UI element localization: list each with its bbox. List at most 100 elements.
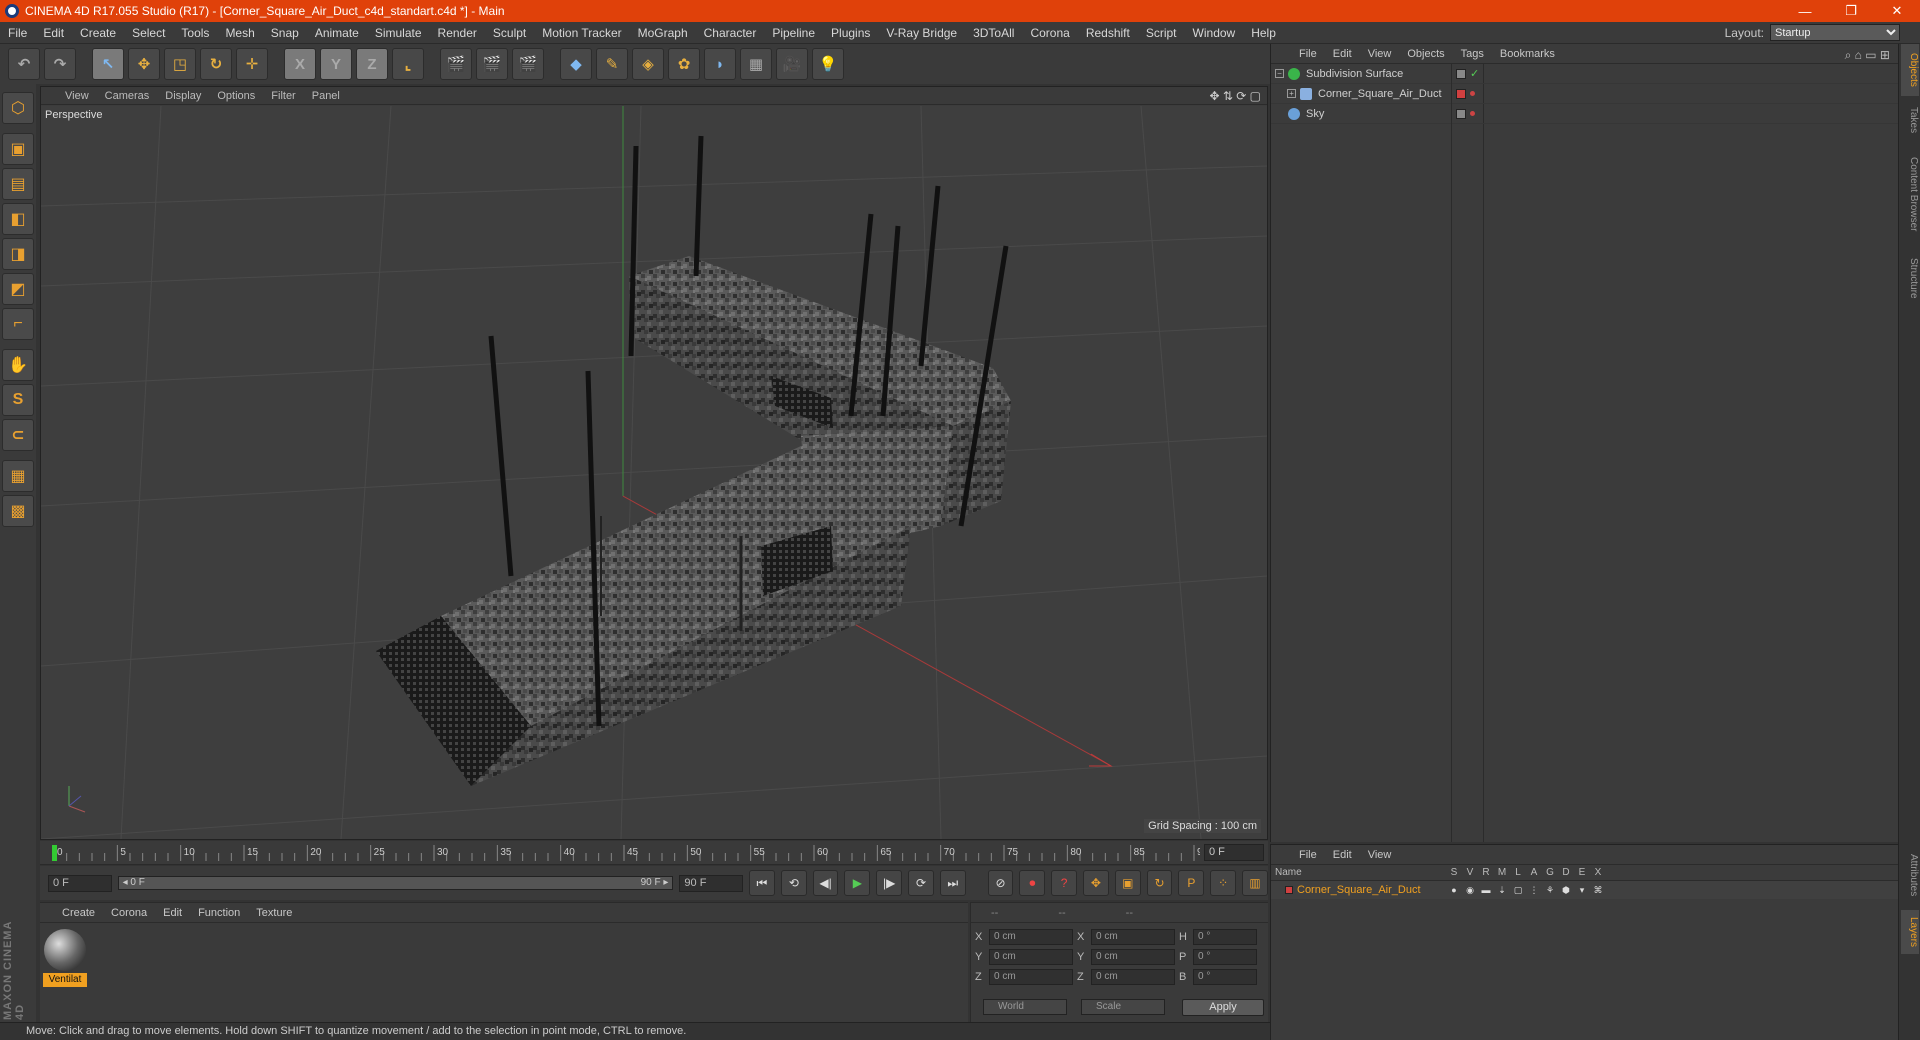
material-menu-create[interactable]: Create [54,907,103,919]
manager-toggle-icon[interactable]: ⇣ [1497,885,1507,896]
autokey-button[interactable]: ? [1051,870,1078,896]
position-x-field[interactable]: 0 cm [989,929,1073,945]
menu-select[interactable]: Select [124,22,173,44]
viewport-canvas[interactable]: Perspective Grid Spacing : 100 cm [41,106,1267,839]
close-button[interactable]: ✕ [1874,0,1920,22]
tweak-mode-button[interactable]: S [2,384,34,416]
next-key-button[interactable]: ⟳ [908,870,934,896]
om-menu-view[interactable]: View [1360,48,1400,60]
move-tool-button[interactable]: ✥ [128,48,160,80]
layer-row[interactable]: Corner_Square_Air_Duct ● ◉ ▬ ⇣ ▢ ⋮ ⚘ ⬢ ▾… [1271,881,1898,899]
expressions-toggle-icon[interactable]: ▾ [1577,885,1587,896]
key-pla-button[interactable]: ⁘ [1210,870,1237,896]
xref-toggle-icon[interactable]: ⌘ [1593,885,1603,896]
viewport-menu-display[interactable]: Display [157,90,209,102]
coordinate-system-button[interactable]: ⌞ [392,48,424,80]
lm-menu-file[interactable]: File [1291,849,1325,861]
camera-button[interactable]: 🎥 [776,48,808,80]
rotation-b-field[interactable]: 0 ° [1193,969,1257,985]
lm-menu-view[interactable]: View [1360,849,1400,861]
visibility-dot-icon[interactable] [1470,91,1475,96]
size-mode-dropdown[interactable]: Scale [1081,999,1165,1015]
om-menu-objects[interactable]: Objects [1399,48,1452,60]
play-button[interactable]: ▶ [844,870,871,896]
menu-character[interactable]: Character [696,22,765,44]
record-keys-button[interactable]: ⏺ [1019,870,1046,896]
render-settings-button[interactable]: 🎬 [512,48,544,80]
rotation-h-field[interactable]: 0 ° [1193,929,1257,945]
live-selection-button[interactable]: ✛ [236,48,268,80]
menu-corona[interactable]: Corona [1022,22,1077,44]
make-editable-button[interactable]: ⬡ [2,92,34,124]
menu-help[interactable]: Help [1243,22,1284,44]
floor-button[interactable]: ▦ [740,48,772,80]
menu-create[interactable]: Create [72,22,124,44]
snap-button[interactable]: ⊂ [2,419,34,451]
minimize-button[interactable]: — [1782,0,1828,22]
deformers-toggle-icon[interactable]: ⬢ [1561,885,1571,896]
light-button[interactable]: 💡 [812,48,844,80]
edges-mode-button[interactable]: ◩ [2,273,34,305]
viewport-menu-filter[interactable]: Filter [263,90,303,102]
key-scale-button[interactable]: ▣ [1114,870,1141,896]
object-row-corner-square-air-duct[interactable]: + Corner_Square_Air_Duct [1271,83,1899,104]
enabled-check-icon[interactable]: ✓ [1470,67,1479,80]
start-frame-field[interactable]: 0 F [48,874,112,892]
key-parameter-button[interactable]: P [1178,870,1205,896]
deformer-button[interactable]: ◗ [704,48,736,80]
menu-vray-bridge[interactable]: V-Ray Bridge [878,22,965,44]
pen-spline-button[interactable]: ✎ [596,48,628,80]
om-menu-bookmarks[interactable]: Bookmarks [1492,48,1563,60]
rotation-p-field[interactable]: 0 ° [1193,949,1257,965]
texture-mode-button[interactable]: ▤ [2,168,34,200]
key-rotation-button[interactable]: ↻ [1146,870,1173,896]
material-menu-function[interactable]: Function [190,907,248,919]
render-view-button[interactable]: 🎬 [440,48,472,80]
generators-toggle-icon[interactable]: ⚘ [1545,885,1555,896]
workplane-lock-button[interactable]: ▩ [2,495,34,527]
material-label[interactable]: Ventilat [43,973,87,987]
menu-tools[interactable]: Tools [173,22,217,44]
axis-mode-button[interactable]: ✋ [2,349,34,381]
object-row-subdivision-surface[interactable]: − Subdivision Surface ✓ [1271,63,1899,84]
size-z-field[interactable]: 0 cm [1091,969,1175,985]
prev-frame-button[interactable]: ◀| [812,870,839,896]
viewport-menu-panel[interactable]: Panel [304,90,348,102]
restore-button[interactable]: ❐ [1828,0,1874,22]
go-to-start-button[interactable]: ⏮ [749,870,775,896]
collapse-icon[interactable]: − [1275,69,1284,78]
rotate-tool-button[interactable]: ↻ [200,48,232,80]
menu-simulate[interactable]: Simulate [367,22,430,44]
apply-button[interactable]: Apply [1182,999,1264,1016]
tab-structure[interactable]: Structure [1901,248,1919,308]
coordinate-space-dropdown[interactable]: World [983,999,1067,1015]
menu-sculpt[interactable]: Sculpt [485,22,534,44]
om-search-home-icons[interactable]: ⌕ ⌂ ▭ ⊞ [1845,48,1890,63]
key-position-button[interactable]: ✥ [1083,870,1109,896]
menu-animate[interactable]: Animate [307,22,367,44]
expand-icon[interactable]: + [1287,89,1296,98]
points-mode-button[interactable]: ◨ [2,238,34,270]
end-frame-field[interactable]: 90 F [679,874,743,892]
menu-render[interactable]: Render [430,22,485,44]
menu-snap[interactable]: Snap [263,22,307,44]
magnet-button[interactable]: ▦ [2,460,34,492]
viewport-menu-view[interactable]: View [57,90,97,102]
menu-edit[interactable]: Edit [35,22,72,44]
animation-toggle-icon[interactable]: ⋮ [1529,885,1539,896]
polygons-mode-button[interactable]: ⌐ [2,308,34,340]
timeline-ruler[interactable]: 0 5 10 15 20 25 30 35 40 45 50 55 60 65 70 75 80 85 90 0 F [40,841,1268,865]
tab-attributes[interactable]: Attributes [1901,844,1919,906]
position-y-field[interactable]: 0 cm [989,949,1073,965]
cube-primitive-button[interactable]: ◆ [560,48,592,80]
x-axis-lock-button[interactable]: X [284,48,316,80]
z-axis-lock-button[interactable]: Z [356,48,388,80]
material-menu-texture[interactable]: Texture [248,907,300,919]
tab-content-browser[interactable]: Content Browser [1901,144,1919,244]
om-menu-edit[interactable]: Edit [1325,48,1360,60]
select-tool-button[interactable]: ↖ [92,48,124,80]
render-picture-viewer-button[interactable]: 🎬 [476,48,508,80]
view-toggle-icon[interactable]: ◉ [1465,885,1475,896]
model-mode-button[interactable]: ▣ [2,133,34,165]
visibility-dot-icon[interactable] [1470,111,1475,116]
